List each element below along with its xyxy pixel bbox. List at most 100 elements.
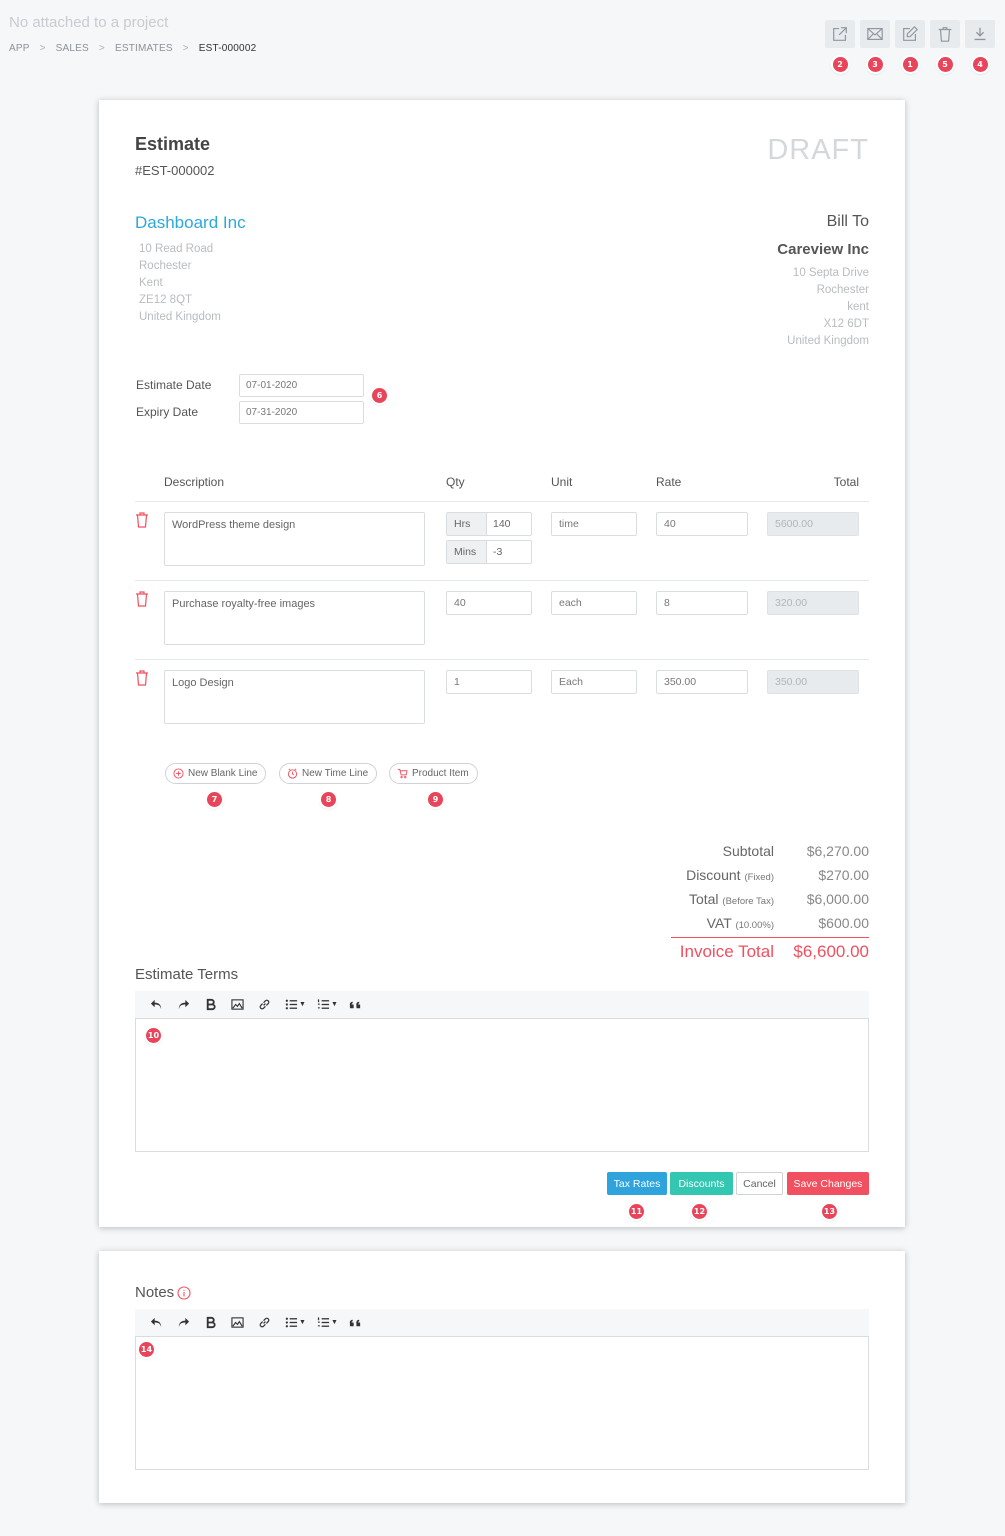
tax-rates-button[interactable]: Tax Rates (607, 1172, 667, 1195)
vat-value: $600.00 (818, 915, 869, 931)
breadcrumb-sales[interactable]: SALES (56, 43, 89, 54)
marker-badge: 8 (321, 792, 336, 807)
qty-input[interactable]: 1 (446, 670, 532, 694)
vat-note: (10.00%) (735, 920, 774, 931)
qty-input[interactable]: 40 (446, 591, 532, 615)
caret-down-icon[interactable]: ▼ (299, 1319, 306, 1326)
new-blank-line-button[interactable]: New Blank Line (165, 763, 267, 784)
total-before-tax-label: Total (Before Tax) (614, 891, 774, 907)
total-field: 320.00 (767, 591, 859, 615)
image-icon (231, 1317, 244, 1328)
undo-button[interactable] (143, 991, 170, 1018)
col-qty: Qty (446, 475, 465, 489)
delete-row-icon[interactable] (135, 512, 149, 528)
address-line: 10 Read Road (139, 243, 214, 255)
download-button[interactable] (965, 20, 995, 48)
quote-button[interactable] (342, 991, 369, 1018)
cancel-button[interactable]: Cancel (736, 1172, 783, 1195)
marker-badge: 6 (372, 388, 387, 403)
save-changes-button[interactable]: Save Changes (787, 1172, 869, 1195)
undo-button[interactable] (143, 1309, 170, 1336)
total-field: 350.00 (767, 670, 859, 694)
redo-button[interactable] (170, 1309, 197, 1336)
new-time-line-button[interactable]: New Time Line (279, 763, 378, 784)
product-item-button[interactable]: Product Item (389, 763, 478, 784)
description-input[interactable]: Purchase royalty-free images (164, 591, 425, 645)
chevron-right-icon: > (39, 43, 46, 54)
terms-editor-toolbar: ▼ ▼ (135, 991, 869, 1018)
address-line: X12 6DT (823, 318, 869, 330)
project-note: No attached to a project (9, 14, 169, 31)
button-label: New Time Line (302, 768, 369, 779)
link-button[interactable] (251, 991, 278, 1018)
description-input[interactable]: Logo Design (164, 670, 425, 724)
quote-button[interactable] (342, 1309, 369, 1336)
delete-button[interactable] (930, 20, 960, 48)
vat-label: VAT (10.00%) (614, 915, 774, 931)
col-unit: Unit (551, 475, 573, 489)
from-company: Dashboard Inc (135, 213, 246, 232)
hours-value[interactable]: 140 (487, 513, 531, 535)
bold-icon (206, 1316, 216, 1329)
notes-card: Notes ▼ ▼ 14 (99, 1251, 905, 1503)
image-button[interactable] (224, 1309, 251, 1336)
hours-input[interactable]: Hrs 140 (446, 512, 532, 536)
caret-down-icon[interactable]: ▼ (331, 1001, 338, 1008)
quote-icon (349, 1319, 361, 1327)
delete-row-icon[interactable] (135, 670, 149, 686)
button-label: New Blank Line (188, 768, 258, 779)
redo-icon (178, 1317, 190, 1328)
divider (135, 580, 869, 581)
unit-input[interactable]: time (551, 512, 637, 536)
notes-editor[interactable] (135, 1336, 869, 1470)
link-button[interactable] (251, 1309, 278, 1336)
bold-button[interactable] (197, 1309, 224, 1336)
address-line: Rochester (816, 284, 869, 296)
marker-badge: 3 (867, 57, 883, 72)
image-icon (231, 999, 244, 1010)
estimate-date-input[interactable]: 07-01-2020 (239, 374, 364, 397)
ordered-list-icon (317, 1317, 330, 1327)
unit-input[interactable]: Each (551, 670, 637, 694)
marker-badge: 2 (832, 57, 848, 72)
breadcrumb-estimates[interactable]: ESTIMATES (115, 43, 173, 54)
description-input[interactable]: WordPress theme design (164, 512, 425, 566)
notes-title: Notes (135, 1284, 191, 1301)
ordered-list-icon (317, 999, 330, 1009)
breadcrumb-current: EST-000002 (198, 43, 257, 54)
discount-note: (Fixed) (744, 872, 774, 883)
discounts-button[interactable]: Discounts (670, 1172, 733, 1195)
rate-input[interactable]: 8 (656, 591, 748, 615)
unit-input[interactable]: each (551, 591, 637, 615)
expiry-date-label: Expiry Date (136, 405, 199, 419)
redo-button[interactable] (170, 991, 197, 1018)
image-button[interactable] (224, 991, 251, 1018)
total-divider (671, 937, 869, 938)
estimate-terms-title: Estimate Terms (135, 966, 239, 983)
caret-down-icon[interactable]: ▼ (331, 1319, 338, 1326)
chevron-right-icon: > (182, 43, 189, 54)
total-field: 5600.00 (767, 512, 859, 536)
col-description: Description (164, 475, 225, 489)
bill-to-company: Careview Inc (777, 241, 869, 258)
minutes-value[interactable]: -3 (487, 541, 531, 563)
rate-input[interactable]: 40 (656, 512, 748, 536)
edit-button[interactable] (895, 20, 925, 48)
discount-text: Discount (686, 867, 741, 883)
minutes-input[interactable]: Mins -3 (446, 540, 532, 564)
bold-button[interactable] (197, 991, 224, 1018)
breadcrumb-app[interactable]: APP (9, 43, 30, 54)
expiry-date-input[interactable]: 07-31-2020 (239, 401, 364, 424)
rate-input[interactable]: 350.00 (656, 670, 748, 694)
estimate-date-label: Estimate Date (136, 378, 212, 392)
marker-badge: 1 (902, 57, 918, 72)
delete-row-icon[interactable] (135, 591, 149, 607)
address-line: Rochester (139, 260, 192, 272)
terms-editor[interactable] (135, 1018, 869, 1152)
email-button[interactable] (860, 20, 890, 48)
caret-down-icon[interactable]: ▼ (299, 1001, 306, 1008)
address-line: United Kingdom (787, 335, 869, 347)
button-label: Product Item (412, 768, 469, 779)
share-button[interactable] (825, 20, 855, 48)
info-icon[interactable] (177, 1285, 191, 1300)
